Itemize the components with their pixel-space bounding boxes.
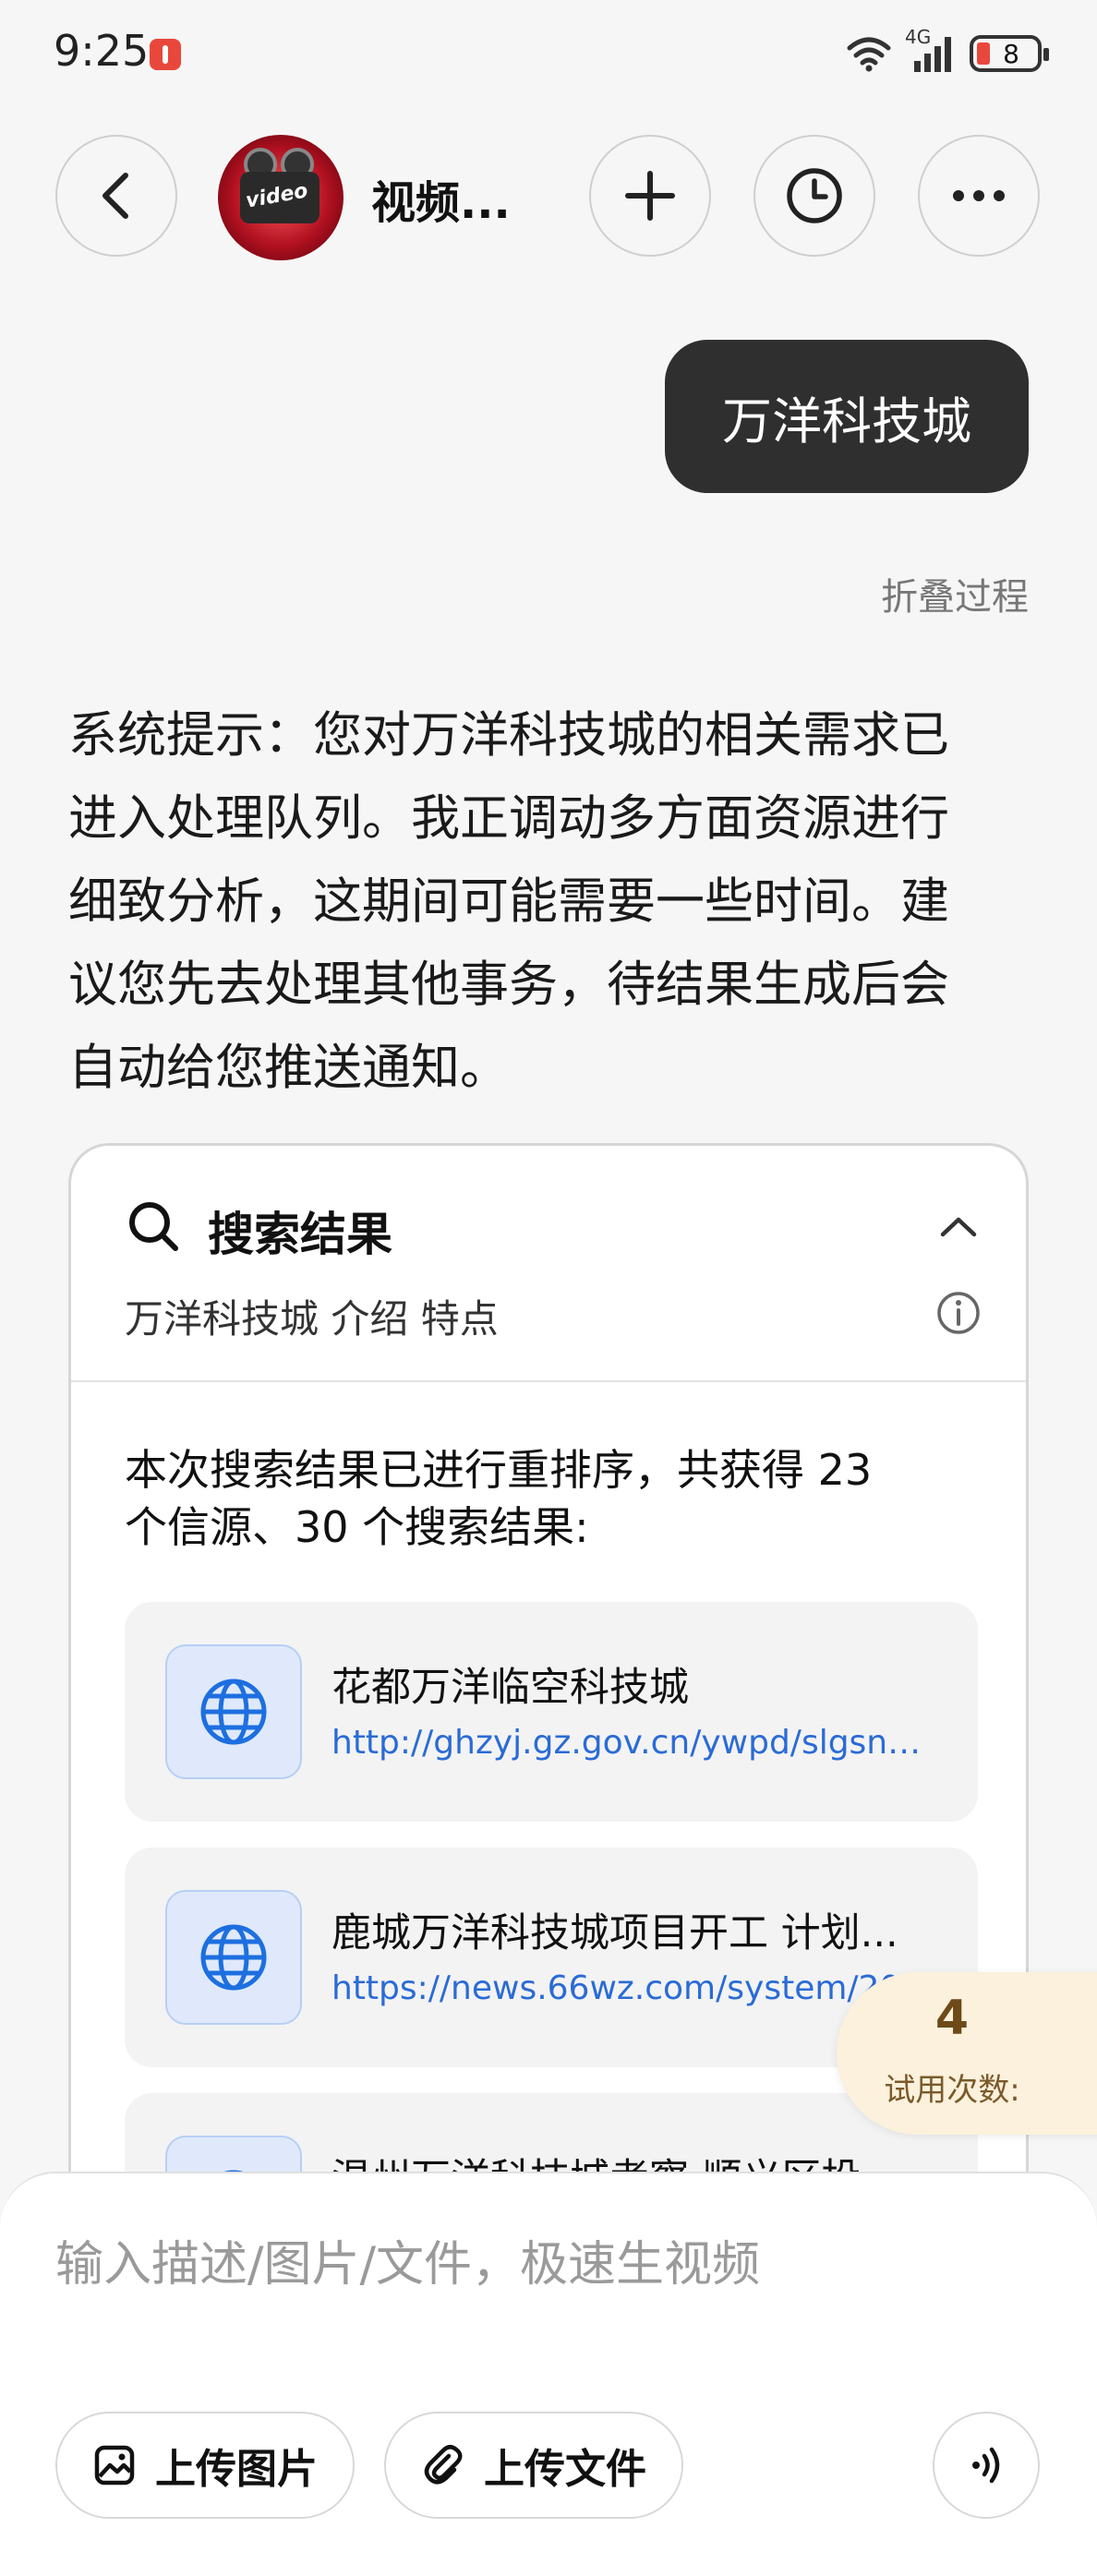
reply-line: 细致分析，这期间可能需要一些时间。建 — [68, 873, 949, 930]
globe-icon — [165, 1644, 302, 1779]
bot-name[interactable]: 视频... — [371, 166, 511, 231]
trial-count-badge[interactable]: 4 试用次数: — [837, 1972, 1097, 2135]
search-card-header[interactable]: 搜索结果 万洋科技城 介绍 特点 — [71, 1146, 1026, 1382]
result-title: 花都万洋临空科技城 — [332, 1665, 689, 1711]
user-message-bubble: 万洋科技城 — [665, 340, 1029, 493]
signal-icon: 4G — [905, 26, 957, 74]
search-icon — [127, 1199, 180, 1253]
reply-line: 自动给您推送通知。 — [68, 1040, 509, 1096]
back-button[interactable] — [55, 135, 177, 257]
search-summary: 本次搜索结果已进行重排序，共获得 23 个信源、30 个搜索结果: — [125, 1441, 1011, 1556]
plus-icon — [624, 170, 676, 222]
upload-file-button[interactable]: 上传文件 — [384, 2412, 683, 2519]
network-label: 4G — [905, 26, 932, 48]
globe-icon — [165, 1890, 302, 2025]
upload-image-button[interactable]: 上传图片 — [55, 2412, 355, 2519]
battery-icon: 8 — [970, 35, 1049, 72]
alert-icon — [150, 39, 181, 70]
paperclip-icon — [421, 2443, 465, 2487]
info-icon[interactable] — [935, 1290, 982, 1336]
reply-line: 进入处理队列。我正调动多方面资源进行 — [68, 790, 949, 847]
status-time: 9:25 — [54, 26, 150, 76]
bot-avatar: video — [218, 135, 344, 260]
image-icon — [92, 2443, 137, 2487]
chevron-left-icon — [96, 170, 137, 222]
bot-reply: 系统提示：您对万洋科技城的相关需求已 进入处理队列。我正调动多方面资源进行 细致… — [68, 694, 1029, 1110]
wifi-icon — [846, 35, 892, 72]
status-icons: 4G 8 — [846, 26, 1049, 76]
fold-process-toggle[interactable]: 折叠过程 — [881, 567, 1029, 620]
result-title: 鹿城万洋科技城项目开工 计划... — [332, 1910, 898, 1956]
reply-line: 议您先去处理其他事务，待结果生成后会 — [68, 957, 949, 1013]
summary-line: 个信源、30 个搜索结果: — [125, 1502, 589, 1552]
more-button[interactable] — [918, 135, 1040, 257]
search-result-item[interactable]: 花都万洋临空科技城 http://ghzyj.gz.gov.cn/ywpd/sl… — [125, 1602, 978, 1822]
status-bar: 9:25 4G 8 — [0, 0, 1097, 102]
more-dots-icon — [951, 189, 1007, 202]
reply-line: 系统提示：您对万洋科技城的相关需求已 — [68, 707, 949, 764]
prompt-input[interactable]: 输入描述/图片/文件，极速生视频 — [55, 2225, 760, 2294]
search-query: 万洋科技城 介绍 特点 — [125, 1296, 499, 1342]
chevron-up-icon[interactable] — [939, 1214, 978, 1238]
voice-input-button[interactable] — [933, 2412, 1040, 2519]
upload-image-label: 上传图片 — [155, 2446, 318, 2493]
clock-icon — [785, 166, 844, 225]
new-chat-button[interactable] — [589, 135, 711, 257]
trial-label: 试用次数: — [884, 2072, 1020, 2109]
sound-wave-icon — [963, 2442, 1009, 2488]
trial-count: 4 — [934, 1991, 970, 2046]
battery-level: 8 — [1003, 38, 1019, 69]
summary-line: 本次搜索结果已进行重排序，共获得 23 — [125, 1445, 873, 1495]
message-composer: 输入描述/图片/文件，极速生视频 上传图片 上传文件 — [0, 2172, 1097, 2576]
search-card-title: 搜索结果 — [208, 1208, 392, 1261]
history-button[interactable] — [753, 135, 875, 257]
upload-file-label: 上传文件 — [484, 2446, 646, 2493]
result-url[interactable]: http://ghzyj.gz.gov.cn/ywpd/slgsnew/c... — [332, 1724, 941, 1762]
